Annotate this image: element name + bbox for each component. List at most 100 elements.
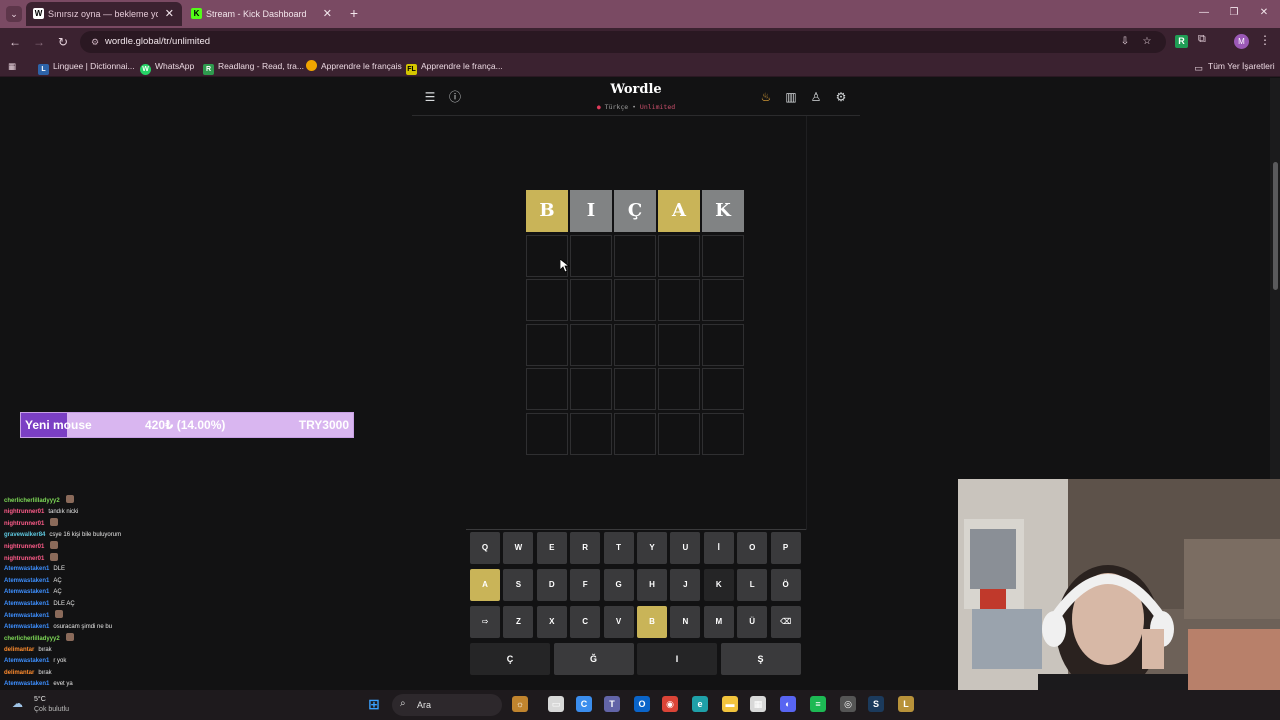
teams-icon[interactable]: T: [604, 696, 620, 712]
explorer-icon[interactable]: ▬: [722, 696, 738, 712]
key-N[interactable]: N: [670, 606, 701, 638]
bookmark-apprendre-1[interactable]: Apprendre le français: [306, 59, 402, 74]
chat-message: delimantar bırak: [4, 668, 52, 679]
back-arrow-icon[interactable]: ←: [6, 33, 24, 51]
weather-widget[interactable]: ☁ 5°C Çok bulutlu: [4, 693, 114, 717]
key-⌫[interactable]: ⌫: [770, 606, 801, 638]
account-icon[interactable]: ♙: [808, 89, 824, 105]
key-P[interactable]: P: [770, 532, 801, 564]
discord-icon[interactable]: ◐: [780, 696, 796, 712]
key-E[interactable]: E: [536, 532, 567, 564]
key-X[interactable]: X: [536, 606, 567, 638]
key-Z[interactable]: Z: [503, 606, 534, 638]
steam-icon[interactable]: S: [868, 696, 884, 712]
extensions-puzzle-icon[interactable]: ⧉: [1198, 33, 1206, 46]
chrome-icon[interactable]: ◉: [662, 696, 678, 712]
key-S[interactable]: S: [503, 569, 534, 601]
edge-icon[interactable]: e: [692, 696, 708, 712]
key-⇨[interactable]: ⇨: [470, 606, 500, 638]
key-W[interactable]: W: [503, 532, 534, 564]
league-icon[interactable]: L: [898, 696, 914, 712]
task-view-icon[interactable]: ▭: [548, 696, 564, 712]
key-C[interactable]: C: [570, 606, 601, 638]
key-Ç[interactable]: Ç: [470, 643, 550, 675]
chat-username: Atemwastaken1: [4, 589, 50, 595]
chat-message: Atemwastaken1 r yok: [4, 656, 66, 667]
key-T[interactable]: T: [603, 532, 634, 564]
key-Ü[interactable]: Ü: [737, 606, 768, 638]
chat-username: Atemwastaken1: [4, 658, 50, 664]
key-B[interactable]: B: [637, 606, 667, 638]
spotify-icon[interactable]: ≡: [810, 696, 826, 712]
key-V[interactable]: V: [603, 606, 634, 638]
windows-start-icon[interactable]: ⊞: [366, 696, 382, 712]
bookmark-label: Apprendre le français: [321, 61, 402, 71]
window-close-icon[interactable]: ✕: [1254, 4, 1274, 22]
key-A[interactable]: A: [470, 569, 500, 601]
key-Ğ[interactable]: Ğ: [553, 643, 634, 675]
scrollbar-thumb[interactable]: [1273, 162, 1278, 290]
chat-message: Atemwastaken1 AÇ: [4, 587, 62, 598]
key-K[interactable]: K: [703, 569, 734, 601]
key-D[interactable]: D: [536, 569, 567, 601]
site-info-icon[interactable]: ⚙: [88, 35, 102, 49]
bookmarks-bar: ▦ L Linguee | Dictionnai... W WhatsApp R Re…: [0, 56, 1280, 77]
key-M[interactable]: M: [703, 606, 734, 638]
all-bookmarks[interactable]: ▭ Tüm Yer İşaretleri: [1193, 59, 1274, 74]
key-İ[interactable]: İ: [703, 532, 734, 564]
letter-tile: [658, 368, 700, 410]
chat-text: evet ya: [53, 681, 73, 687]
widgets-icon[interactable]: ☼: [512, 696, 528, 712]
restore-icon[interactable]: ❐: [1224, 4, 1244, 22]
close-tab-icon[interactable]: ✕: [165, 2, 174, 26]
bookmark-apprendre-2[interactable]: FL Apprendre le frança...: [406, 59, 503, 75]
weather-text: Çok bulutlu: [34, 706, 70, 713]
streak-flame-icon[interactable]: ♨: [758, 89, 774, 105]
tab-kick-dashboard[interactable]: K Stream - Kick Dashboard ✕: [184, 2, 340, 26]
letter-tile: [702, 323, 744, 366]
key-O[interactable]: O: [737, 532, 768, 564]
goal-amount: 420₺ (14.00%): [145, 418, 226, 432]
reload-icon[interactable]: ↻: [54, 33, 72, 51]
chat-username: Atemwastaken1: [4, 623, 50, 630]
new-tab-button[interactable]: +: [346, 4, 362, 22]
key-Ö[interactable]: Ö: [770, 569, 801, 601]
obs-icon[interactable]: ◎: [840, 696, 856, 712]
letter-tile: [702, 412, 744, 455]
key-J[interactable]: J: [670, 569, 701, 601]
taskbar-search[interactable]: ⌕ Ara: [392, 694, 502, 716]
apps-grid-icon[interactable]: ▦: [8, 59, 16, 74]
bookmark-linguee[interactable]: L Linguee | Dictionnai...: [38, 59, 135, 75]
outlook-icon[interactable]: O: [634, 696, 650, 712]
bookmark-whatsapp[interactable]: W WhatsApp: [140, 59, 194, 75]
minimize-icon[interactable]: —: [1194, 4, 1214, 22]
store-icon[interactable]: ▦: [750, 696, 766, 712]
chat-emote-icon: [65, 495, 74, 503]
key-L[interactable]: L: [737, 569, 768, 601]
install-app-icon[interactable]: ⇩: [1118, 35, 1132, 49]
key-H[interactable]: H: [637, 569, 667, 601]
key-G[interactable]: G: [603, 569, 634, 601]
tab-wordle[interactable]: W Sınırsız oyna — bekleme yok | W ✕: [26, 2, 182, 26]
key-F[interactable]: F: [570, 569, 601, 601]
readlang-extension-icon[interactable]: R: [1175, 35, 1188, 48]
key-I[interactable]: I: [637, 643, 717, 675]
chat-username: Atemwastaken1: [4, 577, 50, 584]
key-Y[interactable]: Y: [637, 532, 667, 564]
bookmark-readlang[interactable]: R Readlang - Read, tra...: [203, 59, 304, 75]
tab-search-button[interactable]: ⌄: [6, 6, 22, 22]
browser-menu-icon[interactable]: ⋮: [1259, 33, 1271, 47]
key-Q[interactable]: Q: [470, 532, 500, 564]
key-U[interactable]: U: [670, 532, 701, 564]
bookmark-star-icon[interactable]: ☆: [1140, 35, 1154, 49]
settings-gear-icon[interactable]: ⚙: [833, 89, 849, 105]
key-R[interactable]: R: [570, 532, 601, 564]
copilot-icon[interactable]: C: [576, 696, 592, 712]
stats-icon[interactable]: ▥: [783, 89, 799, 105]
close-tab-icon[interactable]: ✕: [323, 2, 332, 26]
forward-arrow-icon[interactable]: →: [30, 33, 48, 51]
key-Ş[interactable]: Ş: [720, 643, 801, 675]
profile-avatar[interactable]: M: [1234, 34, 1249, 49]
address-bar[interactable]: ⚙ wordle.global/tr/unlimited ⇩ ☆: [80, 31, 1166, 53]
letter-tile: [614, 279, 656, 321]
